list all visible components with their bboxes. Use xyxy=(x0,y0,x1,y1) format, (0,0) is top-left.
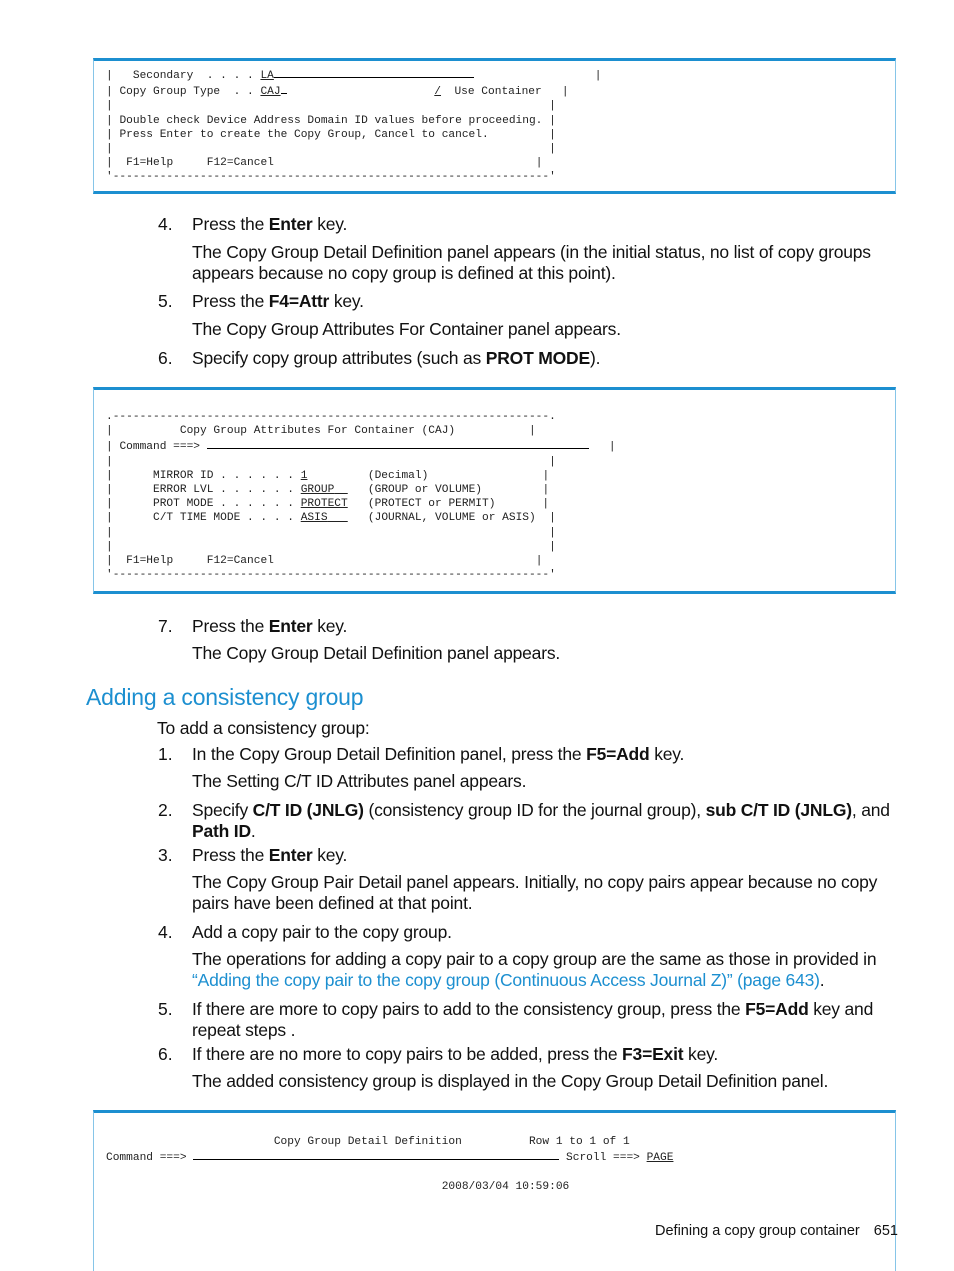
prot-mode-hint: (PROTECT or PERMIT) xyxy=(367,498,496,511)
section-intro: To add a consistency group: xyxy=(157,718,370,738)
command-input[interactable] xyxy=(193,1149,560,1161)
secondary-label: Secondary . . . . xyxy=(132,70,254,82)
panel-content: Copy Group Detail Definition Row 1 to 1 … xyxy=(106,1135,673,1194)
step-text: If there are no more to copy pairs to be… xyxy=(192,1044,719,1064)
scroll-label: Scroll ===> xyxy=(566,1152,640,1165)
step-number: 4. xyxy=(158,922,173,942)
f1-help-key[interactable]: F1=Help xyxy=(126,157,173,169)
step-number: 4. xyxy=(158,214,173,234)
section-heading: Adding a consistency group xyxy=(86,684,364,710)
step-text: If there are more to copy pairs to add t… xyxy=(192,999,874,1040)
step-text: Press the Enter key. xyxy=(192,845,348,865)
step-number: 6. xyxy=(158,348,173,368)
step-text: In the Copy Group Detail Definition pane… xyxy=(192,744,685,764)
ct-time-mode-label: C/T TIME MODE . . . . xyxy=(153,512,294,525)
use-container-label: Use Container xyxy=(454,86,542,99)
step-text: Add a copy pair to the copy group. xyxy=(192,922,452,942)
copy-group-type-label: Copy Group Type . . xyxy=(119,86,254,99)
step-number: 3. xyxy=(158,845,173,865)
panel-frame: | Secondary . . . . LA | | Copy Group Ty… xyxy=(106,67,601,185)
step-number: 5. xyxy=(158,999,173,1019)
step-text: Press the Enter key. xyxy=(192,616,348,636)
step-description: The Copy Group Attributes For Container … xyxy=(192,319,621,339)
command-label: Command ===> xyxy=(119,441,201,454)
error-lvl-field[interactable]: GROUP xyxy=(301,484,335,496)
mirror-id-field[interactable]: 1 xyxy=(301,470,308,482)
secondary-field[interactable]: LA xyxy=(260,70,273,82)
cross-reference-link[interactable]: “Adding the copy pair to the copy group … xyxy=(192,970,820,990)
step-text: Press the F4=Attr key. xyxy=(192,291,364,311)
footer-section-title: Defining a copy group container xyxy=(655,1223,860,1239)
error-lvl-label: ERROR LVL . . . . . . xyxy=(153,484,294,497)
f12-cancel-key[interactable]: F12=Cancel xyxy=(207,157,274,169)
step-number: 5. xyxy=(158,291,173,311)
step-description: The Copy Group Detail Definition panel a… xyxy=(192,643,561,663)
f1-help-key[interactable]: F1=Help xyxy=(126,555,173,567)
step-description: The Copy Group Detail Definition panel a… xyxy=(192,242,871,283)
panel-frame: .---------------------------------------… xyxy=(106,411,616,582)
step-text: Specify copy group attributes (such as P… xyxy=(192,348,601,368)
message-line-1: Double check Device Address Domain ID va… xyxy=(119,114,543,127)
terminal-panel-create-copy-group: | Secondary . . . . LA | | Copy Group Ty… xyxy=(93,58,896,194)
step-text: Press the Enter key. xyxy=(192,214,348,234)
ct-time-mode-field[interactable]: ASIS xyxy=(301,512,328,524)
message-line-2: Press Enter to create the Copy Group, Ca… xyxy=(119,128,489,141)
mirror-id-hint: (Decimal) xyxy=(367,469,429,482)
use-container-checkbox[interactable]: / xyxy=(434,86,441,98)
step-number: 1. xyxy=(158,744,173,764)
f12-cancel-key[interactable]: F12=Cancel xyxy=(207,555,274,567)
step-number: 2. xyxy=(158,800,173,820)
terminal-panel-copy-group-detail: Copy Group Detail Definition Row 1 to 1 … xyxy=(93,1110,896,1271)
command-input[interactable] xyxy=(206,438,589,450)
step-number: 6. xyxy=(158,1044,173,1064)
prot-mode-field[interactable]: PROTECT xyxy=(301,498,348,510)
terminal-panel-copy-group-attributes: .---------------------------------------… xyxy=(93,387,896,594)
scroll-field[interactable]: PAGE xyxy=(647,1152,674,1164)
step-number: 7. xyxy=(158,616,173,636)
step-text: Specify C/T ID (JNLG) (consistency group… xyxy=(192,800,890,841)
page-number: 651 xyxy=(873,1223,898,1239)
step-description: The operations for adding a copy pair to… xyxy=(192,949,877,990)
ct-time-mode-hint: (JOURNAL, VOLUME or ASIS) xyxy=(367,512,536,525)
step-description: The Copy Group Pair Detail panel appears… xyxy=(192,872,878,913)
prot-mode-label: PROT MODE . . . . . . xyxy=(153,498,294,511)
page-footer: Defining a copy group container 651 xyxy=(655,1223,898,1239)
step-description: The added consistency group is displayed… xyxy=(192,1071,829,1091)
error-lvl-hint: (GROUP or VOLUME) xyxy=(367,484,483,497)
panel-title: Copy Group Detail Definition xyxy=(273,1136,462,1148)
row-info: Row 1 to 1 of 1 xyxy=(528,1136,630,1148)
timestamp: 2008/03/04 10:59:06 xyxy=(441,1180,570,1193)
panel-title: Copy Group Attributes For Container (CAJ… xyxy=(179,425,456,438)
step-description: The Setting C/T ID Attributes panel appe… xyxy=(192,771,527,791)
copy-group-type-field[interactable]: CAJ xyxy=(260,86,280,98)
command-label: Command ===> xyxy=(106,1152,187,1165)
mirror-id-label: MIRROR ID . . . . . . xyxy=(153,469,294,482)
